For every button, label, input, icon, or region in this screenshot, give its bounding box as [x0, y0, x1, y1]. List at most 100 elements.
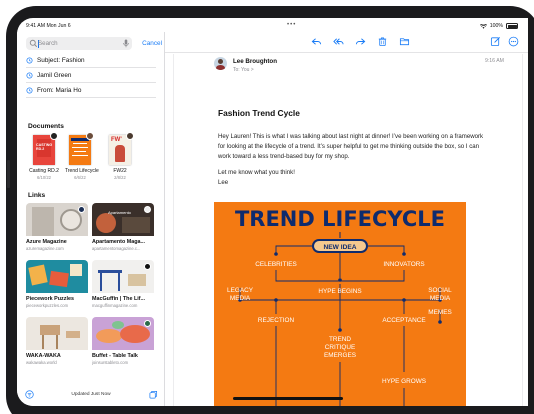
link-image — [26, 317, 88, 350]
infographic-drawing: TREND LIFECYCLE NEW IDEA CELEBRITIES INN… — [227, 207, 452, 406]
link-title: Azure Magazine — [26, 238, 67, 245]
message-time: 9:16 AM — [484, 58, 504, 64]
compose-icon[interactable] — [490, 36, 501, 47]
message-body: Hey Lauren! This is what I was talking a… — [218, 132, 488, 194]
battery-icon — [506, 23, 518, 29]
cancel-button[interactable]: Cancel — [142, 40, 162, 47]
search-input[interactable]: Search — [26, 37, 132, 50]
status-time: 9:41 AM Mon Jun 6 — [26, 23, 71, 29]
sidebar: Search Cancel Subject: Fashion Jamil Gre… — [17, 32, 165, 406]
document-thumbnail: FW' — [109, 132, 134, 165]
hype-begins-label: HYPE BEGINS — [318, 288, 361, 295]
message-toolbar — [165, 32, 528, 52]
link-image — [26, 203, 88, 236]
link-url: pieceworkpuzzles.com — [26, 302, 69, 308]
document-item[interactable]: FW' FW22 2/8/22 — [105, 132, 135, 180]
link-card[interactable]: MacGuffin | The Lif... macguffinmagazine… — [92, 260, 154, 308]
compose-stack-icon[interactable] — [149, 390, 158, 399]
document-name: Casting RD.2 — [29, 168, 59, 174]
trend-critique-label: TREND — [329, 336, 351, 343]
link-image: Apartamento — [92, 203, 154, 236]
link-image — [92, 317, 154, 350]
trend-critique-label-2: CRITIQUE — [325, 344, 356, 351]
documents-title: Documents — [28, 123, 64, 130]
folder-icon[interactable] — [399, 36, 410, 47]
reply-icon[interactable] — [311, 36, 322, 47]
side-button — [7, 160, 10, 188]
link-card[interactable]: Azure Magazine azuremagazine.com — [26, 203, 88, 251]
reply-all-icon[interactable] — [333, 36, 344, 47]
document-thumbnail: CASTING RD.2 — [33, 132, 58, 165]
avatar[interactable] — [214, 57, 227, 70]
link-card[interactable]: WAKA-WAKA wakawaka.world — [26, 317, 88, 365]
search-icon — [29, 39, 38, 48]
sidebar-footer: Updated Just Now — [17, 384, 165, 406]
document-item[interactable]: Trend Lifecycle 6/6/22 — [65, 132, 99, 180]
search-placeholder: Search — [38, 40, 58, 47]
link-url: macguffinmagazine.com — [92, 302, 138, 308]
document-thumbnail — [69, 132, 94, 165]
screen: 9:41 AM Mon Jun 6 ••• 100% Search Cancel… — [17, 18, 528, 406]
link-image-caption: Apartamento — [108, 210, 131, 215]
suggestion-subject[interactable]: Subject: Fashion — [26, 54, 156, 68]
social-media-label: SOCIAL — [428, 287, 452, 294]
legacy-media-label: LEGACY — [227, 287, 254, 294]
document-date: 6/6/22 — [74, 175, 86, 180]
suggestion-from[interactable]: From: Maria Ho — [26, 84, 156, 98]
celebrities-label: CELEBRITIES — [255, 261, 297, 268]
sender-name[interactable]: Lee Broughton — [233, 58, 277, 65]
link-title: Piecework Puzzles — [26, 295, 74, 302]
status-bar: 9:41 AM Mon Jun 6 ••• 100% — [17, 18, 528, 32]
multitasking-dots[interactable]: ••• — [287, 22, 296, 28]
memes-label: MEMES — [428, 309, 451, 316]
wifi-icon — [479, 23, 487, 29]
rejection-label: REJECTION — [258, 317, 295, 324]
link-card[interactable]: Piecework Puzzles pieceworkpuzzles.com — [26, 260, 88, 308]
link-title: Apartamento Maga... — [92, 238, 146, 245]
microphone-icon[interactable] — [123, 39, 129, 48]
body-paragraph: Hey Lauren! This is what I was talking a… — [218, 133, 484, 160]
social-media-label-2: MEDIA — [430, 295, 451, 302]
link-image — [26, 260, 88, 293]
innovators-label: INNOVATORS — [383, 261, 424, 268]
link-url: wakawaka.world — [26, 359, 57, 365]
link-title: WAKA-WAKA — [26, 352, 61, 359]
link-title: MacGuffin | The Lif... — [92, 295, 146, 302]
body-paragraph: Let me know what you think! Lee — [218, 168, 295, 186]
link-url: joinsurstableto.com — [92, 359, 129, 365]
link-card[interactable]: Apartamento Apartamento Maga... apartame… — [92, 203, 154, 251]
hype-grows-label: HYPE GROWS — [382, 378, 426, 385]
trend-lifecycle-infographic[interactable]: TREND LIFECYCLE NEW IDEA CELEBRITIES INN… — [214, 202, 466, 406]
legacy-media-label-2: MEDIA — [230, 295, 251, 302]
new-idea-label: NEW IDEA — [324, 244, 357, 251]
acceptance-label: ACCEPTANCE — [382, 317, 425, 324]
link-title: Buffet - Table Talk — [92, 352, 138, 359]
suggestion-label: From: Maria Ho — [37, 87, 82, 94]
trash-icon[interactable] — [377, 36, 388, 47]
document-item[interactable]: CASTING RD.2 Casting RD.2 6/10/22 — [29, 132, 59, 180]
updated-status: Updated Just Now — [71, 392, 111, 397]
link-url: apartamentomagazine.c... — [92, 245, 141, 251]
forward-icon[interactable] — [355, 36, 366, 47]
links-title: Links — [28, 192, 46, 199]
recipient-line[interactable]: To: You > — [233, 67, 254, 73]
suggestion-label: Subject: Fashion — [37, 57, 85, 64]
infographic-title: TREND LIFECYCLE — [235, 207, 445, 231]
status-right: 100% — [479, 23, 518, 29]
document-date: 6/10/22 — [37, 175, 51, 180]
home-indicator[interactable] — [233, 397, 343, 400]
suggestion-person[interactable]: Jamil Green — [26, 69, 156, 83]
history-icon — [26, 72, 33, 79]
more-icon[interactable] — [508, 36, 519, 47]
history-icon — [26, 57, 33, 64]
message-subject: Fashion Trend Cycle — [218, 108, 300, 118]
toolbar-divider — [165, 52, 528, 53]
document-date: 2/8/22 — [114, 175, 126, 180]
history-icon — [26, 87, 33, 94]
search-row: Search Cancel — [26, 37, 162, 50]
document-name: Trend Lifecycle — [65, 168, 99, 174]
trend-critique-label-3: EMERGES — [324, 352, 356, 359]
link-url: azuremagazine.com — [26, 245, 64, 251]
link-card[interactable]: Buffet - Table Talk joinsurstableto.com — [92, 317, 154, 365]
link-image — [92, 260, 154, 293]
